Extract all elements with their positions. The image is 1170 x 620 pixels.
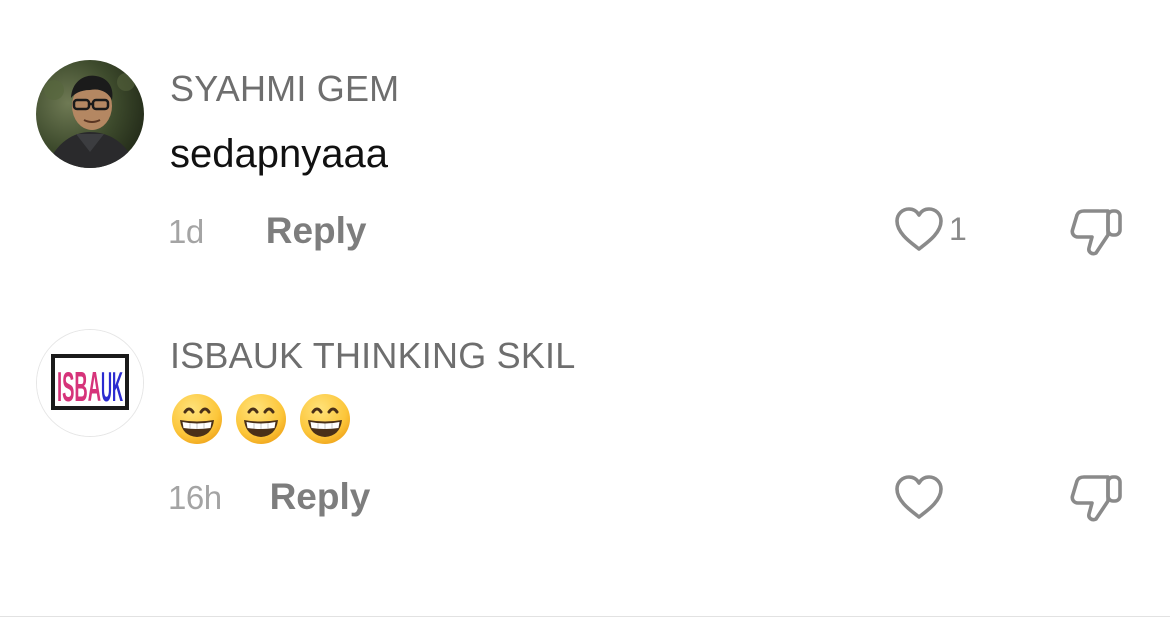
heart-outline-icon xyxy=(895,207,943,251)
heart-outline-icon xyxy=(895,475,943,519)
comment-username[interactable]: ISBAUK THINKING SKIL xyxy=(170,335,575,377)
grinning-face-emoji-icon xyxy=(236,394,286,444)
divider xyxy=(0,616,1170,617)
like-count: 1 xyxy=(949,210,967,247)
comment-emojis xyxy=(170,392,352,446)
comment-username[interactable]: SYAHMI GEM xyxy=(170,68,399,110)
grinning-face-emoji-icon xyxy=(300,394,350,444)
avatar[interactable] xyxy=(36,60,144,168)
like-button[interactable]: 1 xyxy=(893,205,967,253)
comment-timestamp: 16h xyxy=(168,479,222,516)
dislike-button[interactable] xyxy=(1068,205,1126,264)
svg-text:ISBA: ISBA xyxy=(57,363,101,410)
grinning-face-emoji-icon xyxy=(172,394,222,444)
thumbs-down-icon xyxy=(1070,209,1122,256)
comment-meta: 16h Reply xyxy=(168,476,370,518)
user-photo-avatar-icon xyxy=(36,60,144,168)
comment-text: sedapnyaaa xyxy=(170,132,388,176)
comment-meta: 1d Reply xyxy=(168,210,366,252)
avatar[interactable]: ISBA UK xyxy=(36,329,144,437)
thumbs-down-icon xyxy=(1070,475,1122,522)
like-button[interactable] xyxy=(893,473,949,521)
isba-uk-logo-icon: ISBA UK xyxy=(37,330,143,436)
comment-item: SYAHMI GEM sedapnyaaa 1d Reply 1 xyxy=(0,0,1170,270)
comment-item: ISBA UK ISBAUK THINKING SKIL 16h Reply xyxy=(0,270,1170,540)
dislike-button[interactable] xyxy=(1068,471,1126,530)
reply-button[interactable]: Reply xyxy=(266,210,367,252)
svg-text:UK: UK xyxy=(101,363,123,410)
reply-button[interactable]: Reply xyxy=(270,476,371,518)
comment-timestamp: 1d xyxy=(168,213,204,250)
